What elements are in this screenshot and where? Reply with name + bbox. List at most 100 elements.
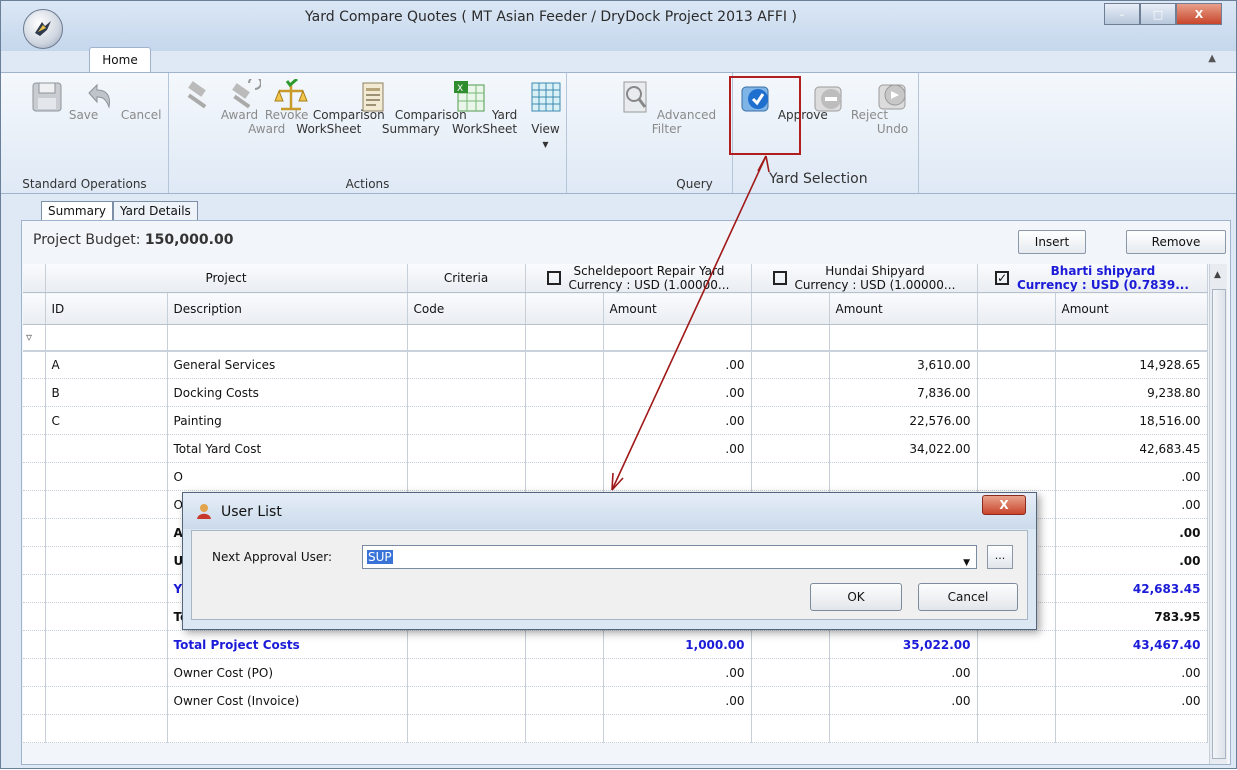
yard3-blank-cell[interactable] [977, 378, 1056, 407]
id-cell[interactable] [45, 686, 168, 715]
yard3-amount-cell[interactable]: .00 [1055, 658, 1208, 687]
yard2-blank-cell[interactable] [751, 686, 830, 715]
col-id[interactable]: ID [45, 292, 168, 325]
filter-cell[interactable] [525, 324, 604, 352]
code-cell[interactable] [407, 462, 526, 491]
col-yard2-blank[interactable] [751, 292, 830, 325]
code-cell[interactable] [407, 630, 526, 659]
dialog-close-button[interactable]: X [982, 495, 1026, 515]
yard3-amount-cell[interactable]: .00 [1055, 490, 1208, 519]
yard1-blank-cell[interactable] [525, 378, 604, 407]
col-code[interactable]: Code [407, 292, 526, 325]
table-row[interactable]: C Painting .00 22,576.00 18,516.00 [23, 406, 1208, 435]
yard2-blank-cell[interactable] [751, 378, 830, 407]
table-row[interactable]: Owner Cost (Invoice) .00 .00 .00 [23, 686, 1208, 715]
col-yard1-blank[interactable] [525, 292, 604, 325]
yard1-amount-cell[interactable]: 1,000.00 [603, 630, 752, 659]
yard2-amount-cell[interactable]: 34,022.00 [829, 434, 978, 463]
yard1-blank-cell[interactable] [525, 350, 604, 379]
yard2-amount-cell[interactable]: 7,836.00 [829, 378, 978, 407]
table-row[interactable]: Total Yard Cost .00 34,022.00 42,683.45 [23, 434, 1208, 463]
yard3-blank-cell[interactable] [977, 630, 1056, 659]
row-indicator[interactable] [23, 434, 46, 463]
filter-cell[interactable] [1055, 324, 1208, 352]
dialog-cancel-button[interactable]: Cancel [918, 583, 1018, 611]
chevron-down-icon[interactable]: ▼ [963, 552, 970, 574]
id-cell[interactable]: B [45, 378, 168, 407]
remove-button[interactable]: Remove [1126, 230, 1226, 254]
yard2-blank-cell[interactable] [751, 434, 830, 463]
yard-worksheet-button[interactable]: X Yard WorkSheet [452, 79, 517, 136]
yard1-blank-cell[interactable] [525, 462, 604, 491]
id-cell[interactable] [45, 462, 168, 491]
yard2-header[interactable]: Hundai Shipyard Currency : USD (1.00000..… [751, 264, 978, 293]
yard3-blank-cell[interactable] [977, 462, 1056, 491]
comparison-summary-button[interactable]: Comparison Summary [355, 79, 467, 136]
filter-cell[interactable] [603, 324, 752, 352]
yard3-amount-cell[interactable]: 42,683.45 [1055, 574, 1208, 603]
vertical-scrollbar[interactable]: ▲ [1209, 264, 1227, 764]
yard2-amount-cell[interactable]: 3,610.00 [829, 350, 978, 379]
code-cell[interactable] [407, 350, 526, 379]
yard1-amount-cell[interactable]: .00 [603, 350, 752, 379]
col-description[interactable]: Description [167, 292, 408, 325]
ribbon-collapse-icon[interactable]: ▲ [1208, 53, 1216, 64]
id-cell[interactable] [45, 434, 168, 463]
yard2-amount-cell[interactable] [829, 462, 978, 491]
tab-home[interactable]: Home [89, 47, 151, 73]
yard1-amount-cell[interactable]: .00 [603, 434, 752, 463]
scroll-thumb[interactable] [1212, 289, 1226, 759]
yard1-header[interactable]: Scheldepoort Repair Yard Currency : USD (… [525, 264, 752, 293]
yard1-amount-cell[interactable]: .00 [603, 686, 752, 715]
yard2-blank-cell[interactable] [751, 406, 830, 435]
yard3-amount-cell[interactable]: .00 [1055, 686, 1208, 715]
table-row[interactable]: Total Project Costs 1,000.00 35,022.00 43,4… [23, 630, 1208, 659]
row-indicator[interactable] [23, 462, 46, 491]
yard3-checkbox-checked[interactable]: ✓ [995, 271, 1010, 285]
code-cell[interactable] [407, 406, 526, 435]
row-indicator[interactable] [23, 350, 46, 379]
row-indicator[interactable] [23, 518, 46, 547]
description-cell[interactable]: Total Project Costs [167, 630, 408, 659]
yard2-amount-cell[interactable]: .00 [829, 658, 978, 687]
id-cell[interactable] [45, 490, 168, 519]
row-indicator[interactable] [23, 658, 46, 687]
next-approval-user-combo[interactable]: SUP ▼ [362, 545, 977, 569]
yard3-amount-cell[interactable]: 14,928.65 [1055, 350, 1208, 379]
tab-summary[interactable]: Summary [41, 201, 113, 221]
row-indicator[interactable] [23, 602, 46, 631]
col-yard1-amount[interactable]: Amount [603, 292, 752, 325]
row-indicator[interactable] [23, 630, 46, 659]
yard1-amount-cell[interactable] [603, 462, 752, 491]
id-cell[interactable] [45, 630, 168, 659]
yard1-amount-cell[interactable]: .00 [603, 378, 752, 407]
insert-button[interactable]: Insert [1018, 230, 1086, 254]
code-cell[interactable] [407, 378, 526, 407]
description-cell[interactable]: Owner Cost (Invoice) [167, 686, 408, 715]
row-indicator[interactable] [23, 406, 46, 435]
filter-cell[interactable] [829, 324, 978, 352]
row-indicator[interactable] [23, 490, 46, 519]
id-cell[interactable]: C [45, 406, 168, 435]
yard2-blank-cell[interactable] [751, 350, 830, 379]
description-cell[interactable]: Total Yard Cost [167, 434, 408, 463]
yard3-blank-cell[interactable] [977, 434, 1056, 463]
yard1-blank-cell[interactable] [525, 434, 604, 463]
yard3-amount-cell[interactable]: 18,516.00 [1055, 406, 1208, 435]
filter-cell[interactable] [751, 324, 830, 352]
tab-yard-details[interactable]: Yard Details [113, 201, 198, 221]
yard3-blank-cell[interactable] [977, 658, 1056, 687]
yard3-amount-cell[interactable]: 783.95 [1055, 602, 1208, 631]
yard2-amount-cell[interactable]: 22,576.00 [829, 406, 978, 435]
id-cell[interactable] [45, 658, 168, 687]
yard3-blank-cell[interactable] [977, 406, 1056, 435]
col-yard2-amount[interactable]: Amount [829, 292, 978, 325]
table-row[interactable]: Owner Cost (PO) .00 .00 .00 [23, 658, 1208, 687]
yard2-amount-cell[interactable]: 35,022.00 [829, 630, 978, 659]
filter-cell[interactable] [977, 324, 1056, 352]
table-row[interactable]: O .00 [23, 462, 1208, 491]
view-dropdown-button[interactable]: View ▼ [525, 79, 566, 152]
yard3-amount-cell[interactable]: 43,467.40 [1055, 630, 1208, 659]
yard1-blank-cell[interactable] [525, 658, 604, 687]
yard1-blank-cell[interactable] [525, 686, 604, 715]
